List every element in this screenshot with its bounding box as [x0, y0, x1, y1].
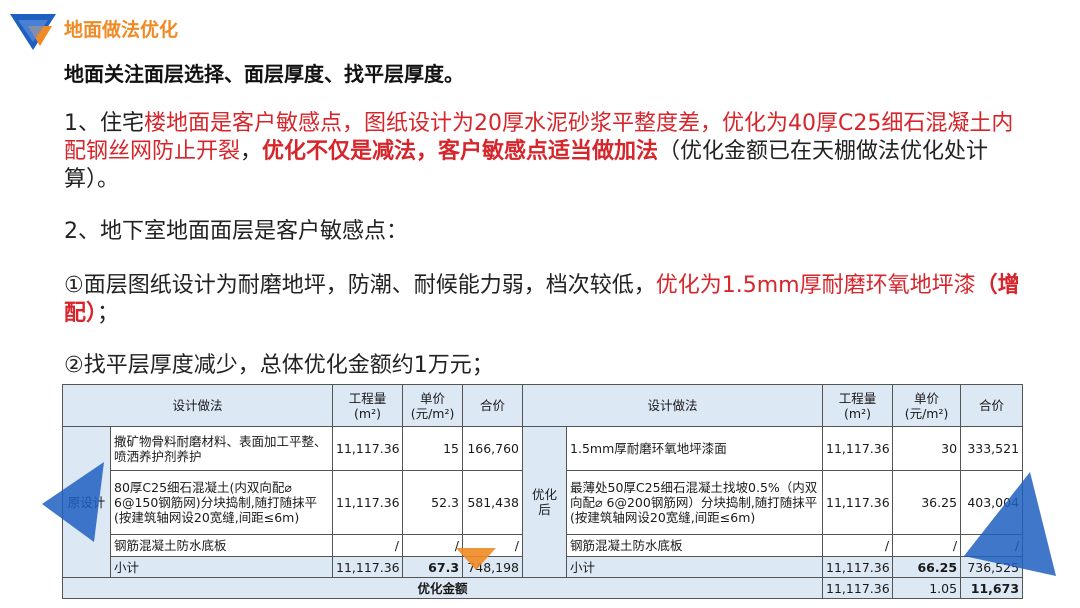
- price-label: 单价: [914, 390, 940, 406]
- opt-design-label: 优化后: [522, 426, 568, 578]
- table-row: 原设计 撒矿物骨料耐磨材料、表面加工平整、喷洒养护剂养护 11,117.36 1…: [62, 426, 1024, 578]
- optimization-qty: 11,117.36: [822, 577, 894, 599]
- orig-qty-cell: /: [332, 534, 404, 557]
- qty-unit: (m²): [844, 405, 871, 421]
- p1-redbold: 优化不仅是减法，客户敏感点适当做加法: [262, 139, 659, 164]
- p1-sep: ，: [240, 139, 263, 164]
- p3-prefix: ①面层图纸设计为耐磨地坪，防潮、耐候能力弱，档次较低，: [64, 273, 656, 298]
- orig-desc-cell: 80厚C25细石混凝土(内双向配⌀ 6@150钢筋网)分块捣制,随打随抹平(按建…: [109, 470, 334, 535]
- paragraph-2: 2、地下室地面面层是客户敏感点：: [64, 219, 408, 244]
- table-header-row: 设计做法 工程量 (m²) 单价 (元/m²) 合价 设计做法 工程量 (m²) 单价…: [61, 384, 1024, 427]
- header-opt-total: 合价: [960, 384, 1024, 427]
- opt-subtotal-label: 小计: [566, 556, 824, 578]
- header-opt-qty: 工程量 (m²): [822, 384, 894, 427]
- header-orig-total: 合价: [462, 384, 524, 427]
- orig-subtotal-qty: 11,117.36: [332, 556, 404, 578]
- paragraph-3: ①面层图纸设计为耐磨地坪，防潮、耐候能力弱，档次较低，优化为1.5mm厚耐磨环氧…: [64, 272, 1024, 328]
- price-unit: (元/m²): [410, 405, 455, 421]
- orig-price-cell: /: [402, 534, 464, 557]
- opt-desc-cell: 最薄处50厚C25细石混凝土找坡0.5%（内双向配⌀ 6@200钢筋网）分块捣制…: [566, 470, 824, 535]
- opt-qty-cell: 11,117.36: [822, 470, 894, 535]
- orig-desc-cell: 撒矿物骨料耐磨材料、表面加工平整、喷洒养护剂养护: [109, 426, 334, 471]
- p3-suffix: ；: [97, 301, 120, 326]
- orig-total-cell: 166,760: [462, 426, 524, 471]
- logo-icon: [10, 14, 56, 50]
- opt-desc-cell: 1.5mm厚耐磨环氧地坪漆面: [566, 426, 824, 471]
- paragraph-4: ②找平层厚度减少，总体优化金额约1万元；: [64, 353, 494, 378]
- p3-red: 优化为1.5mm厚耐磨环氧地坪漆: [655, 273, 976, 298]
- orig-price-cell: 15: [402, 426, 464, 471]
- orig-qty-cell: 11,117.36: [332, 470, 404, 535]
- optimization-label: 优化金额: [61, 577, 824, 599]
- paragraph-1: 1、住宅楼地面是客户敏感点，图纸设计为20厚水泥砂浆平整度差，优化为40厚C25…: [64, 110, 1024, 194]
- header-opt-price: 单价 (元/m²): [892, 384, 962, 427]
- opt-subtotal-price: 66.25: [892, 556, 962, 578]
- qty-label: 工程量: [348, 390, 387, 406]
- optimization-row: 优化金额 11,117.36 1.05 11,673: [61, 577, 1024, 599]
- orig-total-cell: 581,438: [462, 470, 524, 535]
- qty-label: 工程量: [838, 390, 877, 406]
- headline: 地面关注面层选择、面层厚度、找平层厚度。: [64, 62, 464, 86]
- comparison-table: 设计做法 工程量 (m²) 单价 (元/m²) 合价 设计做法 工程量 (m²) 单价…: [61, 384, 1024, 599]
- opt-price-cell: 30: [892, 426, 962, 471]
- header-opt-design: 设计做法: [522, 384, 824, 427]
- right-triangle-decoration-icon: [964, 472, 1056, 576]
- left-triangle-decoration-icon: [42, 462, 104, 542]
- header-orig-design: 设计做法: [61, 384, 334, 427]
- opt-subtotal-qty: 11,117.36: [822, 556, 894, 578]
- price-label: 单价: [420, 390, 446, 406]
- qty-unit: (m²): [354, 405, 381, 421]
- opt-price-cell: 36.25: [892, 470, 962, 535]
- p1-prefix: 1、住宅: [64, 111, 144, 136]
- opt-desc-cell: 钢筋混凝土防水底板: [566, 534, 824, 557]
- slide-title: 地面做法优化: [64, 19, 179, 41]
- orig-qty-cell: 11,117.36: [332, 426, 404, 471]
- orig-price-cell: 52.3: [402, 470, 464, 535]
- orig-desc-cell: 钢筋混凝土防水底板: [109, 534, 334, 557]
- opt-total-cell: 333,521: [960, 426, 1024, 471]
- orange-triangle-decoration-icon: [456, 548, 496, 570]
- orig-subtotal-price: 67.3: [402, 556, 464, 578]
- header-orig-qty: 工程量 (m²): [332, 384, 404, 427]
- optimization-price: 1.05: [892, 577, 962, 599]
- opt-qty-cell: /: [822, 534, 894, 557]
- opt-price-cell: /: [892, 534, 962, 557]
- price-unit: (元/m²): [904, 405, 949, 421]
- orig-subtotal-label: 小计: [109, 556, 334, 578]
- header-orig-price: 单价 (元/m²): [402, 384, 464, 427]
- opt-qty-cell: 11,117.36: [822, 426, 894, 471]
